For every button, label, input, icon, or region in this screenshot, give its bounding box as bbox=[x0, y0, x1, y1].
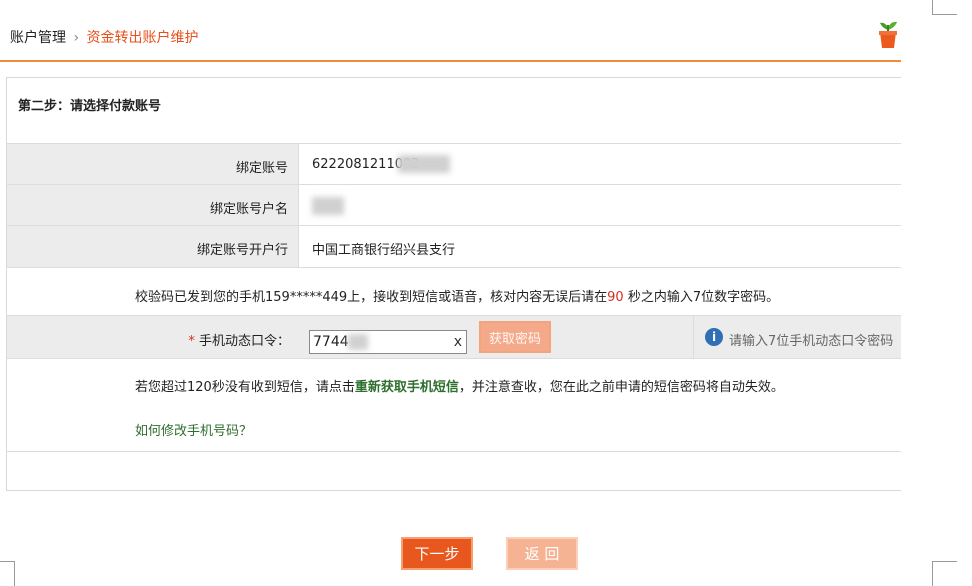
info-icon: i bbox=[705, 328, 723, 346]
countdown-seconds: 90 bbox=[607, 290, 624, 305]
sms-notice: 校验码已发到您的手机159*****449上，接收到短信或语音，核对内容无误后请… bbox=[135, 290, 780, 305]
redacted-otp-digits bbox=[348, 334, 368, 350]
otp-hint: 请输入7位手机动态口令密码 bbox=[729, 334, 894, 349]
corner-mark-bottom-left bbox=[0, 561, 15, 586]
breadcrumb-current: 资金转出账户维护 bbox=[86, 30, 199, 46]
bound-account-label: 绑定账号 bbox=[235, 161, 288, 176]
clear-input-icon[interactable]: x bbox=[454, 334, 462, 350]
resend-notice: 若您超过120秒没有收到短信，请点击重新获取手机短信，并注意查收，您在此之前申请… bbox=[135, 380, 784, 395]
breadcrumb: 账户管理 › 资金转出账户维护 bbox=[10, 27, 199, 47]
header-divider bbox=[0, 60, 901, 62]
corner-mark-top-right bbox=[932, 0, 957, 15]
redacted-account-digits bbox=[398, 155, 450, 173]
otp-input-value: 7744 bbox=[313, 334, 349, 350]
change-phone-link[interactable]: 如何修改手机号码？ bbox=[135, 420, 252, 439]
opening-bank-label: 绑定账号开户行 bbox=[196, 243, 288, 258]
account-holder-label: 绑定账号户名 bbox=[209, 202, 288, 217]
chevron-right-icon: › bbox=[73, 30, 80, 46]
required-mark: * bbox=[188, 334, 195, 349]
resend-sms-link[interactable]: 重新获取手机短信 bbox=[355, 380, 459, 395]
plant-pot-icon bbox=[879, 21, 897, 48]
get-code-button[interactable]: 获取密码 bbox=[479, 321, 551, 353]
otp-hint-divider bbox=[693, 316, 694, 358]
row-divider bbox=[6, 267, 901, 268]
row-divider bbox=[6, 225, 901, 226]
otp-label: * 手机动态口令： bbox=[188, 334, 290, 349]
back-button[interactable]: 返 回 bbox=[506, 537, 578, 570]
row-divider bbox=[6, 358, 901, 359]
row-divider bbox=[6, 451, 901, 452]
otp-input[interactable]: 7744 x bbox=[309, 330, 467, 354]
step-title: 第二步：请选择付款账号 bbox=[18, 99, 162, 114]
label-cell-divider bbox=[298, 144, 299, 267]
row-divider bbox=[6, 184, 901, 185]
breadcrumb-root[interactable]: 账户管理 bbox=[10, 30, 66, 46]
redacted-account-holder bbox=[312, 197, 344, 215]
corner-mark-bottom-right bbox=[932, 561, 957, 586]
next-step-button[interactable]: 下一步 bbox=[401, 537, 473, 570]
opening-bank-value: 中国工商银行绍兴县支行 bbox=[312, 243, 456, 258]
